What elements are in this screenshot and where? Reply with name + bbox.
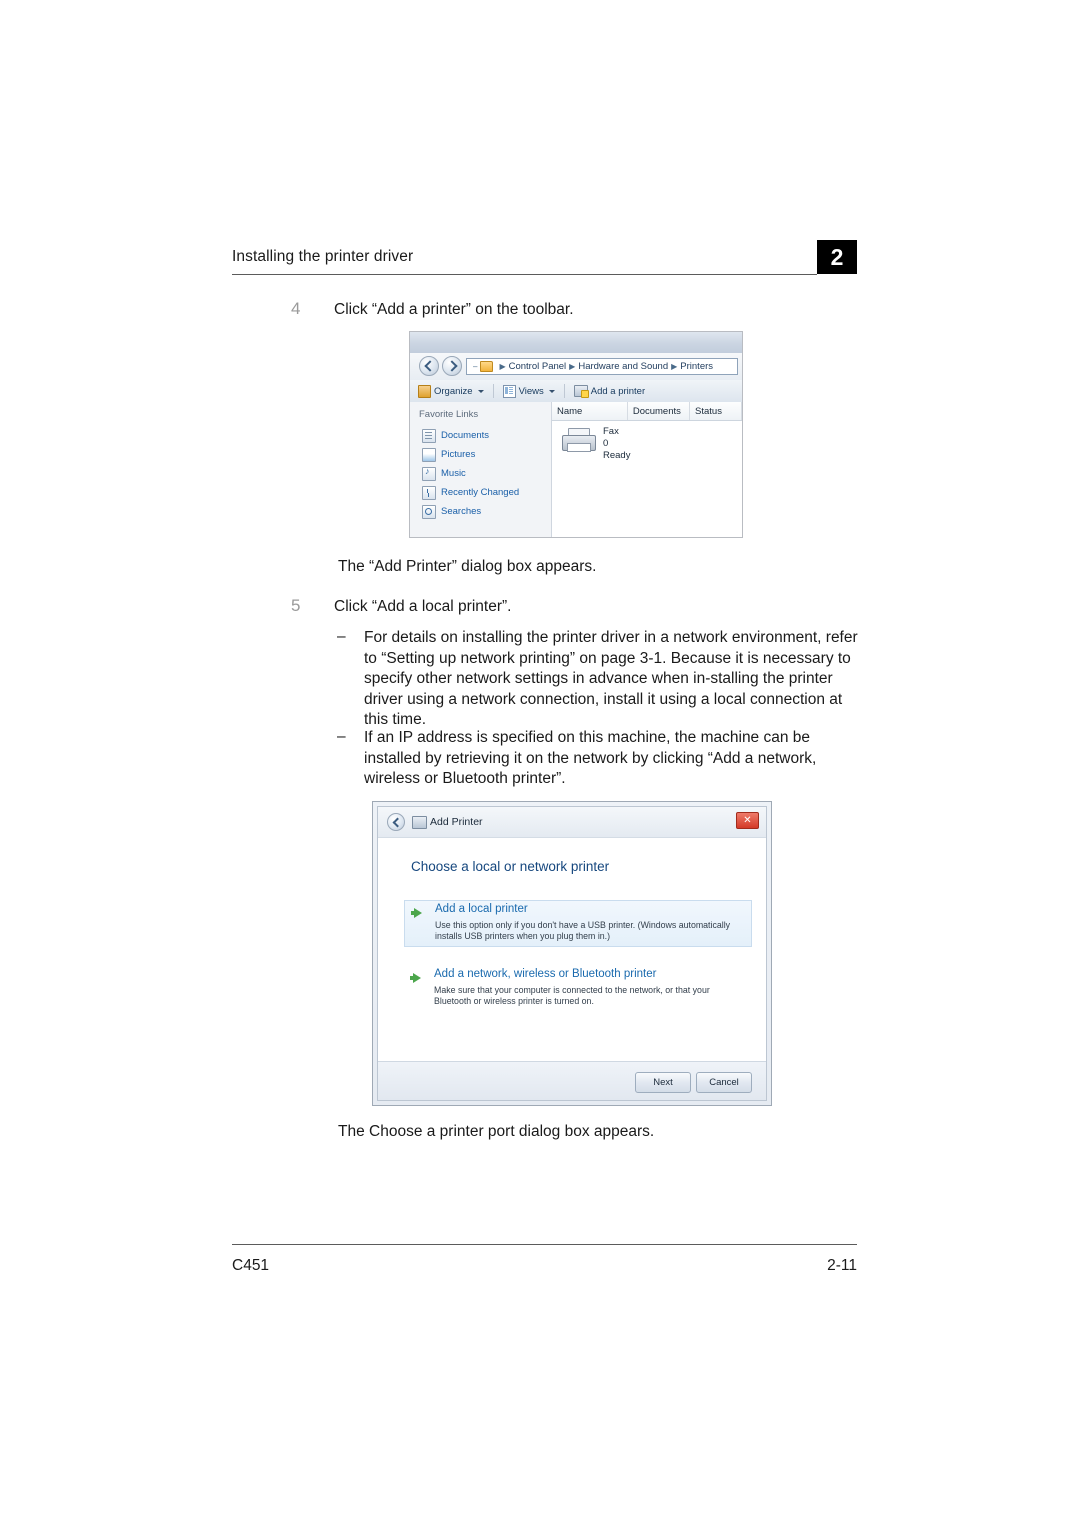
- sidebar-item-pictures[interactable]: Pictures: [422, 445, 547, 464]
- printer-list-item[interactable]: Fax 0 Ready: [560, 426, 720, 462]
- option-title: Add a local printer: [435, 903, 528, 915]
- folder-icon: [480, 361, 494, 372]
- page-header-title: Installing the printer driver: [232, 248, 414, 265]
- add-a-printer-label: Add a printer: [590, 385, 646, 397]
- step-4-text: Click “Add a printer” on the toolbar.: [334, 301, 574, 318]
- sidebar-item-label: Documents: [441, 430, 490, 441]
- breadcrumb-printers[interactable]: Printers: [680, 361, 713, 372]
- bullet-1-dash: –: [337, 628, 346, 645]
- close-icon[interactable]: ✕: [736, 812, 759, 829]
- arrow-icon: [410, 973, 421, 983]
- cancel-button[interactable]: Cancel: [696, 1072, 752, 1093]
- printer-item-name: Fax: [603, 426, 619, 437]
- breadcrumb-control-panel[interactable]: Control Panel: [509, 361, 567, 372]
- step-5-number: 5: [291, 596, 301, 615]
- printers-column-headers: Name Documents Status: [552, 402, 742, 421]
- bullet-1-text: For details on installing the printer dr…: [364, 629, 858, 728]
- arrow-icon: [411, 908, 422, 918]
- footer-divider: [232, 1244, 857, 1245]
- printer-item-status: Ready: [603, 450, 631, 461]
- favorite-links-title: Favorite Links: [419, 409, 479, 420]
- option-add-a-local-printer[interactable]: Add a local printer Use this option only…: [404, 900, 752, 947]
- address-bar[interactable]: – ▶ Control Panel ▶ Hardware and Sound ▶…: [466, 358, 738, 375]
- sidebar-item-label: Searches: [441, 506, 482, 517]
- breadcrumb-separator: ▶: [569, 362, 576, 371]
- header-divider: [232, 274, 817, 275]
- column-header-documents[interactable]: Documents: [628, 402, 691, 420]
- address-dash: –: [473, 362, 478, 371]
- printers-window-navbar: – ▶ Control Panel ▶ Hardware and Sound ▶…: [410, 353, 742, 381]
- after-step-5-text: The Choose a printer port dialog box app…: [338, 1123, 655, 1140]
- option-title: Add a network, wireless or Bluetooth pri…: [434, 968, 657, 980]
- sidebar-item-label: Music: [441, 468, 466, 479]
- sidebar-item-documents[interactable]: Documents: [422, 426, 547, 445]
- printer-icon: [560, 426, 596, 454]
- printer-item-documents: 0: [603, 438, 609, 449]
- option-add-a-network-wireless-or-bluetooth-printer[interactable]: Add a network, wireless or Bluetooth pri…: [404, 966, 752, 1013]
- bullet-2-dash: –: [337, 728, 346, 745]
- views-icon: [502, 384, 516, 398]
- breadcrumb-separator: ▶: [671, 362, 678, 371]
- organize-button[interactable]: Organize: [415, 384, 487, 399]
- back-icon[interactable]: [387, 813, 405, 831]
- breadcrumb-hardware-and-sound[interactable]: Hardware and Sound: [578, 361, 668, 372]
- printer-icon: [412, 816, 427, 829]
- printers-window-titlebar: [410, 332, 742, 354]
- footer-page-number: 2-11: [827, 1257, 857, 1274]
- footer-model: C451: [232, 1257, 270, 1274]
- documents-icon: [422, 428, 436, 443]
- sidebar-item-label: Pictures: [441, 449, 476, 460]
- views-button[interactable]: Views: [500, 384, 558, 399]
- printers-window-screenshot: – ▶ Control Panel ▶ Hardware and Sound ▶…: [409, 331, 743, 538]
- option-description: Make sure that your computer is connecte…: [434, 985, 710, 1006]
- chevron-down-icon: [548, 389, 555, 393]
- column-header-status[interactable]: Status: [690, 402, 742, 420]
- views-label: Views: [518, 385, 544, 397]
- breadcrumb-separator: ▶: [499, 362, 506, 371]
- option-description: Use this option only if you don't have a…: [435, 920, 731, 941]
- favorite-links-list: Documents Pictures Music Recently Change…: [422, 426, 547, 521]
- add-printer-dialog-title: Add Printer: [430, 816, 483, 828]
- step-4-number: 4: [291, 299, 301, 318]
- add-printer-dialog-screenshot: Add Printer ✕ Choose a local or network …: [372, 801, 772, 1106]
- page-header: Installing the printer driver 2: [232, 240, 857, 278]
- add-printer-dialog-frame: Add Printer ✕ Choose a local or network …: [377, 806, 767, 1101]
- organize-icon: [418, 384, 431, 398]
- next-button[interactable]: Next: [635, 1072, 691, 1093]
- column-header-name[interactable]: Name: [552, 402, 628, 420]
- toolbar-divider: [492, 384, 494, 398]
- pictures-icon: [422, 447, 436, 462]
- printer-item-details: Fax 0 Ready: [603, 426, 630, 462]
- chevron-down-icon: [477, 389, 484, 393]
- add-a-printer-button[interactable]: Add a printer: [571, 384, 648, 398]
- back-icon[interactable]: [419, 356, 439, 376]
- add-printer-dialog-heading: Choose a local or network printer: [411, 859, 610, 874]
- chapter-number: 2: [830, 243, 844, 270]
- add-printer-icon: [573, 385, 589, 398]
- add-printer-dialog-titlebar: Add Printer ✕: [378, 807, 766, 838]
- sidebar-item-searches[interactable]: Searches: [422, 502, 547, 521]
- printers-list-pane: Name Documents Status Fax 0 Ready: [552, 402, 742, 537]
- step-5-text: Click “Add a local printer”.: [334, 598, 512, 615]
- bullet-2-text: If an IP address is specified on this ma…: [364, 729, 817, 787]
- toolbar-divider: [563, 384, 565, 398]
- printers-window-toolbar: Organize Views Add a printer: [410, 380, 742, 403]
- recent-icon: [422, 485, 436, 500]
- organize-label: Organize: [434, 385, 473, 397]
- search-icon: [422, 504, 436, 519]
- sidebar-item-music[interactable]: Music: [422, 464, 547, 483]
- sidebar-item-label: Recently Changed: [441, 487, 520, 498]
- sidebar-item-recently-changed[interactable]: Recently Changed: [422, 483, 547, 502]
- after-step-4-text: The “Add Printer” dialog box appears.: [338, 558, 597, 575]
- add-printer-dialog-buttonbar: Next Cancel: [378, 1061, 766, 1100]
- favorite-links-pane: Favorite Links Documents Pictures Music …: [410, 402, 552, 537]
- forward-icon[interactable]: [442, 356, 462, 376]
- music-icon: [422, 466, 436, 481]
